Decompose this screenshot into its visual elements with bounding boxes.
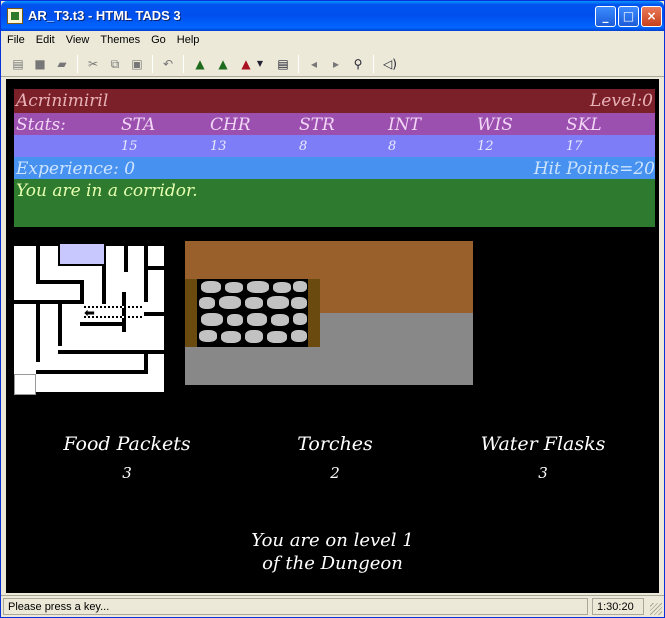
cut-icon[interactable]: ✂ (84, 55, 102, 73)
level-message: You are on level 1 of the Dungeon (6, 529, 659, 575)
undo-icon[interactable]: ↶ (159, 55, 177, 73)
hit-points-text: Hit Points=20 (533, 159, 655, 179)
window-title: AR_T3.t3 - HTML TADS 3 (28, 8, 181, 23)
status-time: 1:30:20 (592, 598, 644, 615)
experience-bar: Experience: 0 Hit Points=20 (14, 157, 655, 179)
toolbar-separator (77, 55, 78, 73)
play-icon[interactable]: ▲ (191, 55, 209, 73)
title-bar[interactable]: AR_T3.t3 - HTML TADS 3 _ □ × (1, 1, 664, 31)
stat-name: STA (121, 115, 156, 135)
toolbar: ▤ ■ ▰ ✂ ⧉ ▣ ↶ ▲ ▲ ▲ ▼ ▤ ◂ ▸ ⚲ ◁) (1, 51, 664, 77)
stat-value: 17 (566, 139, 583, 154)
restore-icon[interactable]: ▰ (53, 55, 71, 73)
stat-name: SKL (566, 115, 602, 135)
stats-header-bar: Stats: STA CHR STR INT WIS SKL (14, 113, 655, 135)
chevron-down-icon[interactable]: ▼ (255, 55, 265, 73)
stat-value: 15 (121, 139, 138, 154)
inventory-count: 2 (330, 464, 340, 482)
find-icon[interactable]: ⚲ (349, 55, 367, 73)
toolbar-separator (373, 55, 374, 73)
forward-icon[interactable]: ▸ (327, 55, 345, 73)
character-level: Level:0 (590, 91, 653, 111)
maximize-button[interactable]: □ (618, 6, 639, 27)
level-message-line: You are on level 1 (251, 530, 414, 551)
resize-grip-icon[interactable] (650, 603, 662, 615)
status-message: Please press a key... (3, 598, 588, 615)
stone-wall (185, 279, 320, 347)
dungeon-minimap: ⬅ (14, 242, 168, 395)
character-name-bar: Acrinimiril Level:0 (14, 89, 655, 113)
stat-name: CHR (210, 115, 251, 135)
inventory-label: Food Packets (63, 433, 191, 455)
minimize-button[interactable]: _ (595, 6, 616, 27)
stat-value: 12 (477, 139, 494, 154)
status-bar: Please press a key... 1:30:20 (1, 595, 664, 617)
back-icon[interactable]: ◂ (305, 55, 323, 73)
toolbar-separator (298, 55, 299, 73)
level-message-line: of the Dungeon (262, 553, 403, 574)
inventory-label: Torches (297, 433, 373, 455)
dungeon-3d-view (185, 241, 473, 385)
toolbar-separator (152, 55, 153, 73)
stat-value: 8 (388, 139, 397, 154)
play-alt-icon[interactable]: ▲ (214, 55, 232, 73)
stat-name: STR (299, 115, 335, 135)
menu-file[interactable]: File (1, 31, 30, 46)
play-stop-icon[interactable]: ▲ (237, 55, 255, 73)
transcript-icon[interactable]: ▤ (274, 55, 292, 73)
toolbar-separator (183, 55, 184, 73)
stats-label: Stats: (16, 115, 66, 135)
open-story-icon[interactable]: ▤ (9, 55, 27, 73)
copy-icon[interactable]: ⧉ (106, 55, 124, 73)
sound-icon[interactable]: ◁) (381, 55, 399, 73)
menu-go[interactable]: Go (145, 31, 171, 46)
menu-bar: File Edit View Themes Go Help (1, 31, 664, 51)
character-name: Acrinimiril (16, 91, 109, 111)
tads-app-icon[interactable] (7, 8, 23, 24)
app-window: AR_T3.t3 - HTML TADS 3 _ □ × File Edit Vie… (0, 0, 665, 618)
location-text: You are in a corridor. (16, 181, 198, 201)
inventory-count: 3 (538, 464, 548, 482)
inventory-count: 3 (122, 464, 132, 482)
stat-value: 8 (299, 139, 308, 154)
menu-themes[interactable]: Themes (94, 31, 145, 46)
menu-help[interactable]: Help (171, 31, 205, 46)
inventory-label: Water Flasks (480, 433, 606, 455)
stat-value: 13 (210, 139, 227, 154)
stats-values-bar: 15 13 8 8 12 17 (14, 135, 655, 157)
menu-edit[interactable]: Edit (30, 31, 60, 46)
close-button[interactable]: × (641, 6, 662, 27)
stat-name: INT (388, 115, 421, 135)
menu-view[interactable]: View (60, 31, 95, 46)
save-icon[interactable]: ■ (31, 55, 49, 73)
paste-icon[interactable]: ▣ (128, 55, 146, 73)
game-window[interactable]: Acrinimiril Level:0 Stats: STA CHR STR I… (6, 79, 659, 593)
stat-name: WIS (477, 115, 513, 135)
location-bar: You are in a corridor. (14, 179, 655, 227)
player-arrow-icon: ⬅ (84, 306, 95, 321)
experience-text: Experience: 0 (16, 159, 136, 179)
